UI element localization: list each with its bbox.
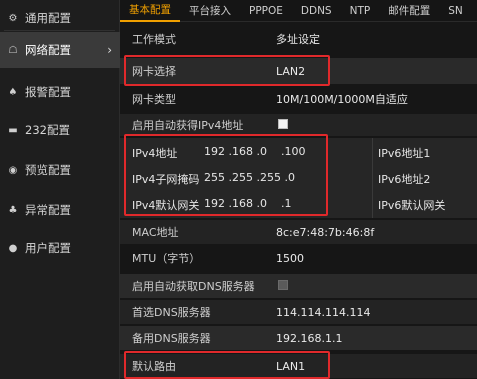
mtu-row: MTU（字节） 1500	[120, 246, 477, 270]
eye-icon: ◉	[8, 164, 18, 176]
auto-dns-label: 启用自动获取DNS服务器	[132, 280, 255, 293]
sidebar-item-232[interactable]: ▬ 232配置	[0, 112, 120, 148]
network-basic-config-panel: 工作模式 多址设定 网卡选择 LAN2 网卡类型 10M/100M/1000M自…	[120, 22, 477, 379]
work-mode-row: 工作模式 多址设定	[120, 28, 477, 50]
ipv4-gateway-label: IPv4默认网关	[132, 199, 200, 212]
default-route-label: 默认路由	[132, 360, 176, 373]
tab-sn[interactable]: SN	[439, 5, 472, 17]
sidebar-item-label: 用户配置	[25, 241, 71, 255]
tab-platform[interactable]: 平台接入	[180, 3, 240, 18]
nic-select-dropdown[interactable]: LAN2	[276, 65, 305, 78]
mtu-label: MTU（字节）	[132, 252, 201, 265]
dns1-input[interactable]: 114.114.114.114	[276, 306, 370, 319]
work-mode-select[interactable]: 多址设定	[276, 31, 320, 47]
serial-port-icon: ▬	[8, 124, 18, 136]
dns2-row: 备用DNS服务器 192.168.1.1	[120, 326, 477, 350]
ipv6-gateway-label: IPv6默认网关	[378, 199, 446, 212]
sidebar-item-label: 232配置	[25, 123, 70, 137]
nic-type-row: 网卡类型 10M/100M/1000M自适应	[120, 86, 477, 112]
sidebar: ⚙ 通用配置 ☖ 网络配置 › ♠ 报警配置 ▬ 232配置 ◉ 预览配置 ♣ …	[0, 0, 120, 379]
dhcp-checkbox[interactable]	[278, 118, 288, 129]
nic-select-label: 网卡选择	[132, 65, 176, 78]
sidebar-item-label: 报警配置	[25, 85, 71, 99]
sidebar-item-alarm[interactable]: ♠ 报警配置	[0, 74, 120, 110]
ipv6-address1-label: IPv6地址1	[378, 147, 431, 160]
sidebar-item-label: 网络配置	[25, 43, 71, 57]
tab-pppoe[interactable]: PPPOE	[240, 5, 292, 17]
user-icon: ●	[8, 242, 18, 254]
tab-email[interactable]: 邮件配置	[379, 3, 439, 18]
dhcp-label: 启用自动获得IPv4地址	[132, 119, 244, 132]
nic-type-select[interactable]: 10M/100M/1000M自适应	[276, 91, 408, 107]
network-icon: ☖	[8, 44, 18, 56]
work-mode-label: 工作模式	[132, 33, 176, 46]
auto-dns-checkbox[interactable]	[278, 279, 288, 290]
nic-select-row: 网卡选择 LAN2	[120, 58, 477, 84]
sidebar-item-label: 预览配置	[25, 163, 71, 177]
mac-label: MAC地址	[132, 226, 179, 239]
dns1-label: 首选DNS服务器	[132, 306, 211, 319]
nic-type-label: 网卡类型	[132, 93, 176, 106]
ipv4-mask-input[interactable]: 255 .255 .255 .0	[204, 171, 295, 184]
mac-value: 8c:e7:48:7b:46:8f	[276, 225, 375, 239]
ipv4-address-input[interactable]: 192 .168 .0 .100	[204, 145, 305, 158]
ipv4-mask-label: IPv4子网掩码	[132, 173, 200, 186]
tab-ddns[interactable]: DDNS	[292, 5, 341, 17]
default-route-select[interactable]: LAN1	[276, 360, 305, 373]
ipv4-address-label: IPv4地址	[132, 147, 178, 160]
dhcp-row: 启用自动获得IPv4地址	[120, 114, 477, 136]
gear-icon: ⚙	[8, 12, 18, 24]
ipv6-address2-label: IPv6地址2	[378, 173, 431, 186]
sidebar-item-exception[interactable]: ♣ 异常配置	[0, 192, 120, 228]
tab-bar: 基本配置 平台接入 PPPOE DDNS NTP 邮件配置 SN	[120, 0, 477, 22]
ip-address-grid: IPv4地址 192 .168 .0 .100 IPv4子网掩码 255 .25…	[120, 138, 477, 218]
warning-icon: ♣	[8, 204, 18, 216]
dns2-input[interactable]: 192.168.1.1	[276, 332, 342, 345]
ipv4-gateway-input[interactable]: 192 .168 .0 .1	[204, 197, 291, 210]
sidebar-item-label: 通用配置	[25, 11, 71, 25]
sidebar-item-network[interactable]: ☖ 网络配置 ›	[0, 32, 120, 68]
alarm-icon: ♠	[8, 86, 18, 98]
sidebar-item-preview[interactable]: ◉ 预览配置	[0, 152, 120, 188]
dns1-row: 首选DNS服务器 114.114.114.114	[120, 300, 477, 324]
mac-row: MAC地址 8c:e7:48:7b:46:8f	[120, 220, 477, 244]
sidebar-item-user[interactable]: ● 用户配置	[0, 230, 120, 266]
mtu-input[interactable]: 1500	[276, 252, 304, 265]
default-route-row: 默认路由 LAN1	[120, 354, 477, 378]
auto-dns-row: 启用自动获取DNS服务器	[120, 274, 477, 298]
tab-ntp[interactable]: NTP	[341, 5, 380, 17]
dns2-label: 备用DNS服务器	[132, 332, 211, 345]
sidebar-item-label: 异常配置	[25, 203, 71, 217]
chevron-right-icon: ›	[107, 43, 112, 57]
tab-basic[interactable]: 基本配置	[120, 0, 180, 22]
